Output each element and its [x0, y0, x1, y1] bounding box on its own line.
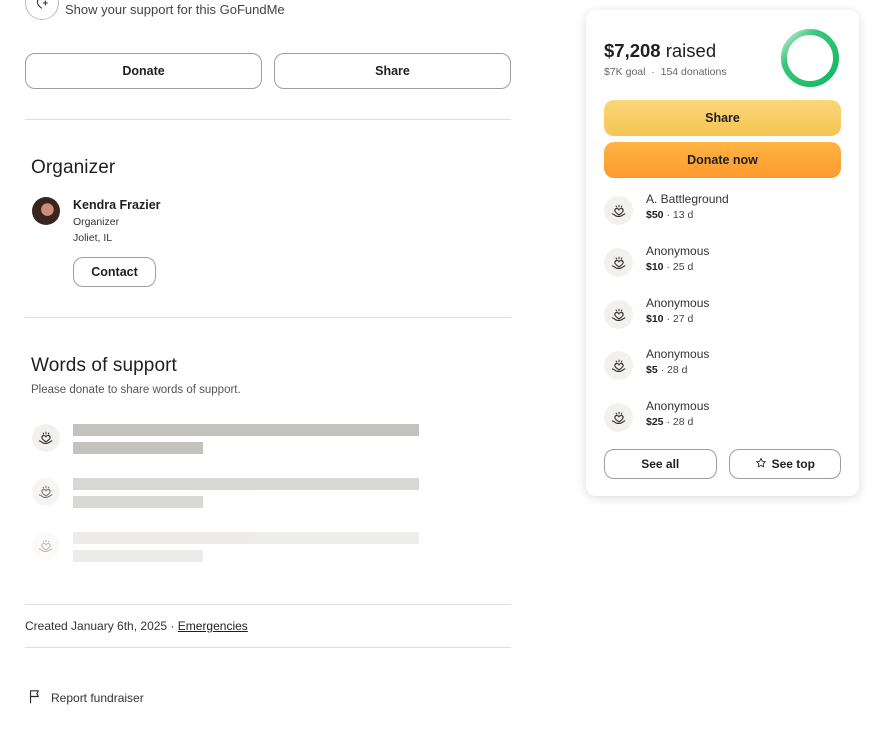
- divider: [25, 604, 511, 605]
- organizer-title: Organizer: [31, 157, 116, 178]
- main-actions: Donate Share: [25, 53, 511, 89]
- avatar[interactable]: [32, 197, 60, 225]
- donor-amount: $25: [646, 416, 664, 428]
- heart-plus-icon[interactable]: [25, 0, 59, 20]
- amount-raised: $7,208 raised: [604, 40, 716, 62]
- divider: [25, 119, 511, 120]
- see-all-button[interactable]: See all: [604, 449, 717, 479]
- organizer-name[interactable]: Kendra Frazier: [73, 198, 161, 212]
- report-label: Report fundraiser: [51, 691, 144, 705]
- share-button[interactable]: Share: [274, 53, 511, 89]
- heart-hand-icon: [604, 196, 633, 225]
- skeleton-row: [32, 532, 422, 572]
- progress-ring-fill: [781, 29, 839, 87]
- donor-item: Anonymous $25 · 28 d: [604, 399, 844, 435]
- card-share-button[interactable]: Share: [604, 100, 841, 136]
- created-date: Created January 6th, 2025 ·: [25, 619, 178, 633]
- skeleton-bar: [73, 532, 419, 544]
- donor-meta: $50 · 13 d: [646, 209, 693, 221]
- donor-name: Anonymous: [646, 399, 710, 413]
- donor-amount: $10: [646, 313, 664, 325]
- skeleton-bar: [73, 424, 419, 436]
- donor-amount: $5: [646, 364, 658, 376]
- goal-amount: $7K goal: [604, 66, 646, 78]
- donor-amount: $50: [646, 209, 664, 221]
- donation-count: 154 donations: [660, 66, 727, 78]
- card-actions: See all See top: [604, 449, 841, 479]
- progress-ring: [781, 29, 839, 87]
- report-fundraiser-link[interactable]: Report fundraiser: [27, 688, 144, 708]
- see-top-label: See top: [771, 457, 815, 471]
- skeleton-bar: [73, 442, 203, 454]
- donor-name: Anonymous: [646, 347, 710, 361]
- star-icon: [755, 457, 767, 472]
- see-all-label: See all: [641, 457, 680, 471]
- words-of-support-title: Words of support: [31, 355, 177, 376]
- donor-meta: $10 · 27 d: [646, 313, 693, 325]
- donor-age: · 13 d: [663, 209, 694, 221]
- goal-summary: $7K goal · 154 donations: [604, 66, 727, 78]
- see-top-button[interactable]: See top: [728, 449, 841, 479]
- created-line: Created January 6th, 2025 · Emergencies: [25, 619, 248, 633]
- skeleton-row: [32, 424, 422, 464]
- donor-age: · 28 d: [657, 364, 688, 376]
- donor-item: Anonymous $10 · 27 d: [604, 296, 844, 332]
- contact-button[interactable]: Contact: [73, 257, 156, 287]
- donor-item: Anonymous $5 · 28 d: [604, 347, 844, 383]
- organizer-role: Organizer: [73, 216, 120, 228]
- heart-hand-icon: [604, 300, 633, 329]
- donor-age: · 25 d: [663, 261, 694, 273]
- donor-name: Anonymous: [646, 244, 710, 258]
- donor-meta: $10 · 25 d: [646, 261, 693, 273]
- raised-word: raised: [660, 40, 717, 61]
- donor-age: · 28 d: [663, 416, 694, 428]
- donor-amount: $10: [646, 261, 664, 273]
- donor-age: · 27 d: [663, 313, 694, 325]
- donor-item: A. Battleground $50 · 13 d: [604, 192, 844, 228]
- support-prompt: Show your support for this GoFundMe: [25, 0, 285, 20]
- divider: [25, 647, 511, 648]
- heart-hand-icon: [604, 351, 633, 380]
- donation-card: $7,208 raised $7K goal · 154 donations S…: [586, 10, 859, 496]
- heart-hand-icon: [32, 424, 60, 452]
- raised-amount: $7,208: [604, 40, 661, 61]
- donor-meta: $25 · 28 d: [646, 416, 693, 428]
- skeleton-bar: [73, 478, 419, 490]
- category-link[interactable]: Emergencies: [178, 619, 248, 633]
- donate-button[interactable]: Donate: [25, 53, 262, 89]
- donor-item: Anonymous $10 · 25 d: [604, 244, 844, 280]
- heart-hand-icon: [32, 532, 60, 560]
- skeleton-bar: [73, 496, 203, 508]
- flag-icon: [27, 688, 44, 708]
- donate-now-button[interactable]: Donate now: [604, 142, 841, 178]
- heart-hand-icon: [604, 403, 633, 432]
- support-text: Show your support for this GoFundMe: [65, 1, 285, 17]
- skeleton-row: [32, 478, 422, 518]
- donor-name: A. Battleground: [646, 192, 729, 206]
- heart-hand-icon: [32, 478, 60, 506]
- organizer-location: Joliet, IL: [73, 232, 113, 244]
- divider: [25, 317, 511, 318]
- heart-hand-icon: [604, 248, 633, 277]
- donor-meta: $5 · 28 d: [646, 364, 687, 376]
- organizer-block: Kendra Frazier Organizer Joliet, IL: [32, 197, 161, 244]
- donor-name: Anonymous: [646, 296, 710, 310]
- words-of-support-subtitle: Please donate to share words of support.: [31, 384, 241, 396]
- skeleton-bar: [73, 550, 203, 562]
